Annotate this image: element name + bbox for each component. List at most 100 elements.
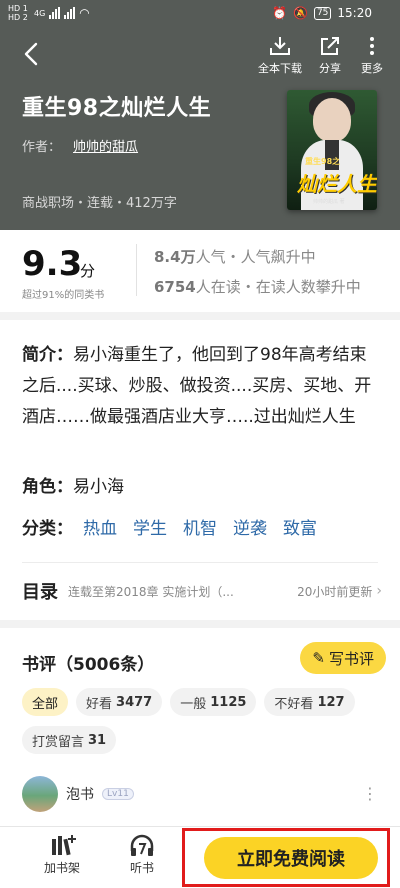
share-button[interactable]: 分享 (316, 36, 344, 76)
readers-line: 6754人在读・在读人数攀升中 (154, 276, 361, 297)
signal-icon (49, 7, 61, 19)
synopsis-text: 易小海重生了，他回到了98年高考结束之后....买球、炒股、做投资....买房、… (22, 345, 372, 427)
toc-divider (22, 562, 378, 563)
score-subtitle: 超过91%的同类书 (22, 290, 105, 301)
highlight-box (182, 828, 390, 887)
back-arrow-icon[interactable] (20, 40, 44, 68)
wifi-icon: ◠ (79, 5, 90, 20)
write-review-label: 写书评 (328, 649, 374, 668)
filter-label: 打赏留言 (32, 734, 85, 750)
status-right: ⏰ 🔕 75 15:20 (272, 6, 372, 20)
clock: 15:20 (337, 6, 372, 20)
alarm-icon: ⏰ (272, 6, 287, 20)
bookshelf-icon (52, 835, 76, 856)
table-of-contents-row[interactable]: 目录 连载至第2018章 实施计划（... 20小时前更新 › (22, 576, 382, 606)
network-label: 4G (34, 8, 46, 18)
cover-big-title: 灿烂人生 (297, 172, 377, 196)
more-vertical-icon (370, 37, 374, 55)
synopsis[interactable]: 简介：易小海重生了，他回到了98年高考结束之后....买球、炒股、做投资....… (22, 340, 382, 433)
intro-section: 简介：易小海重生了，他回到了98年高考结束之后....买球、炒股、做投资....… (0, 320, 400, 620)
filter-chip-bad[interactable]: 不好看 127 (264, 688, 355, 716)
score-unit: 分 (80, 262, 96, 280)
more-button[interactable]: 更多 (358, 36, 386, 76)
review-username: 泡书 (66, 787, 94, 803)
toc-label: 目录 (22, 582, 58, 603)
filter-chip-average[interactable]: 一般 1125 (170, 688, 257, 716)
score-section: 9.3 分 超过91%的同类书 8.4万人气・人气飙升中 6754人在读・在读人… (0, 230, 400, 312)
status-left: HD 1 HD 2 4G ◠ (8, 4, 90, 22)
synopsis-label: 简介： (22, 345, 73, 365)
toc-status: 连载至第2018章 实施计划（... (68, 584, 234, 599)
filter-chip-tips[interactable]: 打赏留言 31 (22, 726, 117, 754)
sim1-label: HD 1 (8, 4, 28, 13)
status-bar: HD 1 HD 2 4G ◠ ⏰ 🔕 75 15:20 (0, 0, 400, 28)
cover-footer: 帅帅的甜瓜 著 (313, 199, 345, 205)
battery-icon: 75 (313, 6, 332, 20)
header-actions: 全本下载 分享 更多 (258, 36, 386, 76)
role-value: 易小海 (73, 477, 124, 497)
filter-label: 好看 (86, 696, 113, 712)
category-tag[interactable]: 热血 (83, 514, 117, 539)
signal2-icon (64, 7, 76, 19)
listen-label: 听书 (129, 861, 154, 875)
book-title: 重生98之灿烂人生 (22, 96, 212, 121)
category-tag[interactable]: 致富 (283, 514, 317, 539)
download-all-label: 全本下载 (258, 62, 302, 75)
category-tag[interactable]: 逆袭 (233, 514, 267, 539)
download-icon (270, 37, 290, 55)
more-label: 更多 (361, 62, 383, 75)
toc-updated: 20小时前更新 (297, 584, 373, 599)
cover-face (313, 98, 351, 142)
score-value: 9.3 (22, 244, 83, 284)
listen-button[interactable]: 听书 (112, 833, 172, 876)
headphones-icon (130, 834, 154, 856)
review-author[interactable]: 泡书 Lv11 (22, 776, 134, 812)
popularity-line: 8.4万人气・人气飙升中 (154, 246, 316, 267)
author-label: 作者： (22, 140, 62, 155)
filter-count: 31 (88, 732, 107, 748)
book-header: HD 1 HD 2 4G ◠ ⏰ 🔕 75 15:20 全本下载 分享 更多 重… (0, 0, 400, 230)
level-badge: Lv11 (102, 788, 134, 800)
filter-count: 3477 (116, 694, 153, 710)
review-filters: 全部 好看 3477 一般 1125 不好看 127 打赏留言 31 (22, 688, 382, 754)
share-icon (321, 37, 339, 55)
book-cover[interactable]: 重生98之 灿烂人生 帅帅的甜瓜 著 (287, 90, 377, 210)
filter-count: 127 (317, 694, 345, 710)
score-divider (136, 244, 137, 296)
filter-count: 1125 (210, 694, 247, 710)
filter-chip-all[interactable]: 全部 (22, 688, 69, 716)
bottom-action-bar: 加书架 听书 立即免费阅读 (0, 826, 400, 888)
filter-label: 不好看 (274, 696, 314, 712)
pen-icon: ✎ (312, 649, 325, 667)
download-all-button[interactable]: 全本下载 (258, 36, 302, 76)
reviews-title: 书评（5006条） (22, 655, 155, 675)
popularity-text: 人气・人气飙升中 (195, 248, 316, 266)
write-review-button[interactable]: ✎ 写书评 (300, 642, 386, 674)
category-label: 分类： (22, 519, 73, 539)
mute-icon: 🔕 (293, 6, 308, 20)
filter-chip-good[interactable]: 好看 3477 (76, 688, 163, 716)
cover-small-title: 重生98之 (305, 157, 341, 166)
filter-label: 全部 (32, 696, 59, 712)
book-meta: 商战职场・连载・412万字 (22, 196, 177, 211)
review-more-icon[interactable]: ⋮ (362, 784, 378, 803)
add-to-shelf-label: 加书架 (43, 861, 80, 875)
category-tag[interactable]: 机智 (183, 514, 217, 539)
readers-text: 人在读・在读人数攀升中 (195, 278, 361, 296)
share-label: 分享 (319, 62, 341, 75)
role-label: 角色： (22, 477, 73, 497)
category-row: 分类： 热血 学生 机智 逆袭 致富 (22, 514, 317, 539)
author-row: 作者： 帅帅的甜瓜 (22, 136, 138, 155)
readers-number: 6754 (154, 278, 196, 296)
sim-indicators: HD 1 HD 2 (8, 4, 30, 22)
sim2-label: HD 2 (8, 13, 28, 22)
popularity-number: 8.4万 (154, 248, 196, 266)
filter-label: 一般 (180, 696, 207, 712)
author-link[interactable]: 帅帅的甜瓜 (73, 140, 138, 155)
category-tag[interactable]: 学生 (133, 514, 167, 539)
avatar (22, 776, 58, 812)
chevron-right-icon: › (376, 583, 382, 599)
role-row: 角色：易小海 (22, 472, 124, 497)
reviews-section: 书评（5006条） ✎ 写书评 全部 好看 3477 一般 1125 不好看 127 … (0, 628, 400, 828)
add-to-shelf-button[interactable]: 加书架 (32, 833, 92, 876)
